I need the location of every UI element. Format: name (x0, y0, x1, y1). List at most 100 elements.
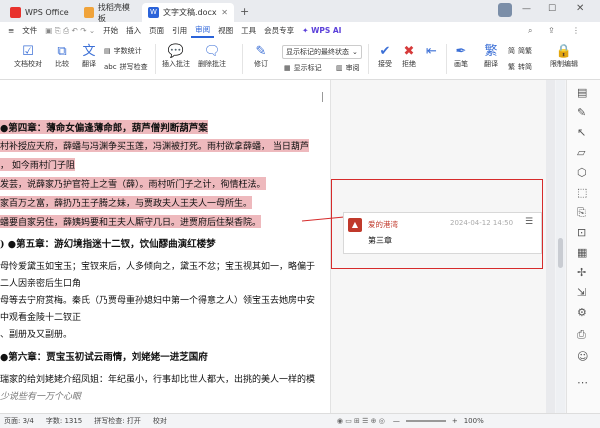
translate-label: 翻译 (82, 60, 96, 68)
tab-wps-office[interactable]: WPS Office (4, 3, 76, 22)
shape-icon[interactable]: ⬡ (577, 166, 587, 179)
maximize-icon[interactable]: ☐ (548, 4, 556, 14)
menu-page[interactable]: 页面 (145, 25, 168, 36)
insert-comment-button[interactable]: 💬 插入批注 (162, 45, 190, 69)
zoom-slider[interactable] (405, 420, 446, 422)
share-icon[interactable]: ⇪ (548, 26, 555, 35)
compare-button[interactable]: ⧉ 比较 (55, 45, 69, 69)
zoom-out-icon[interactable]: — (393, 417, 400, 425)
translate-button[interactable]: 文 翻译 (82, 45, 96, 69)
comment-card[interactable]: ▲ 爱的港湾 2024-04-12 14:50 ☰ 第三章 (343, 212, 542, 254)
ai-icon: ✦ (302, 26, 312, 35)
delete-comment-label: 删除批注 (198, 60, 226, 68)
delete-comment-button[interactable]: 🗨 删除批注 (198, 45, 226, 69)
image-icon[interactable]: ⬚ (577, 186, 587, 199)
simp-label: 简繁 (518, 47, 532, 55)
fan-icon: 繁 (484, 44, 498, 59)
table-icon[interactable]: ▦ (577, 246, 587, 259)
menu-review[interactable]: 审阅 (191, 23, 215, 38)
close-window-icon[interactable]: ✕ (576, 3, 584, 14)
chapter-heading[interactable]: ●第四章：薄命女偏逢薄命郎，葫芦僧判断葫芦案 (0, 120, 208, 134)
menu-wps-ai[interactable]: ✦ WPS AI (298, 26, 345, 35)
trad-button[interactable]: 繁转简 (508, 62, 532, 72)
chapter-heading[interactable]: ) ●第五章：游幻境指迷十二钗，饮仙醪曲演红楼梦 (0, 236, 216, 250)
doc-check-button[interactable]: ☑ 文档校对 (14, 45, 42, 69)
prev-change-button[interactable]: ⇤ (426, 45, 437, 59)
reject-button[interactable]: ✖ 拒绝 (402, 45, 416, 69)
comment-panel-icon[interactable]: ▱ (577, 146, 585, 159)
revise-button[interactable]: ✎ 修订 (254, 45, 268, 69)
document-line[interactable]: 发芸，说薛家乃护官符上之雪（薛）。雨村听门子之计，徇情枉法。 (0, 177, 266, 190)
layout-icon[interactable]: ⊡ (577, 226, 586, 239)
panel-icon[interactable]: ▤ (577, 86, 587, 99)
menu-member[interactable]: 会员专享 (260, 25, 298, 36)
document-line[interactable]: 村补授应天府，薛蟠与冯渊争买玉莲，冯渊被打死。雨村欲拿薛蟠， 当日葫芦 (0, 139, 309, 152)
lock-icon: 🔒 (555, 44, 573, 59)
fan-button[interactable]: 繁 翻译 (484, 45, 498, 69)
select-icon[interactable]: ↖ (577, 126, 586, 139)
new-tab-icon[interactable]: + (240, 5, 249, 18)
document-line[interactable]: 二人因亲密后生口角 (0, 276, 81, 289)
tab-document[interactable]: W 文字文稿.docx ✕ (142, 3, 234, 22)
markup-state-select[interactable]: 显示标记的最终状态 ⌄ (282, 45, 362, 59)
draw-button[interactable]: ✒ 画笔 (454, 45, 468, 69)
page-indicator[interactable]: 页面: 3/4 (4, 416, 34, 426)
menu-insert[interactable]: 插入 (122, 25, 145, 36)
comment-menu-icon[interactable]: ☰ (525, 217, 533, 227)
attach-icon[interactable]: ⎘ (577, 206, 586, 220)
document-line[interactable]: 母等去宁府赏梅。秦氏（乃贾母重孙媳妇中第一个得意之人）领宝玉去她房中安 (0, 293, 315, 306)
scrollbar-thumb[interactable] (558, 238, 563, 268)
hamburger-icon[interactable]: ≡ (4, 26, 18, 35)
markup-state-value: 显示标记的最终状态 (286, 48, 349, 56)
document-line[interactable]: 母怜爱黛玉如宝玉；宝钗来后，人多倾向之，黛玉不忿；宝玉视其如一，略偏于 (0, 259, 315, 272)
review-pane-button[interactable]: ▥ 审阅 (336, 63, 360, 73)
chevron-down-icon: ⌄ (352, 48, 358, 56)
more-icon[interactable]: ⋮ (572, 26, 580, 35)
document-line[interactable]: 中观看金陵十二钗正 (0, 310, 81, 323)
quick-tools-icon[interactable]: ▣ ⎘ ⎙ ↶ ↷ ⌄ (41, 26, 99, 36)
spell-check-button[interactable]: abc 拼写检查 (104, 62, 148, 72)
tab-templates[interactable]: 找稻壳模板 (78, 3, 140, 23)
avatar[interactable] (498, 3, 512, 17)
document-line[interactable]: 蟠要自家另住，薛姨妈要和王夫人厮守几日。进贾府后住梨香院。 (0, 215, 262, 228)
spell-check-status[interactable]: 拼写检查: 打开 (94, 416, 141, 426)
review-ribbon: ☑ 文档校对 ⧉ 比较 文 翻译 ▤ 字数统计 abc 拼写检查 💬 插入批注 🗨 … (0, 39, 600, 80)
restrict-edit-button[interactable]: 🔒 限制编辑 (550, 45, 578, 69)
menu-tools[interactable]: 工具 (237, 25, 260, 36)
show-markup-button[interactable]: ▦ 显示标记 (284, 63, 322, 73)
document-line[interactable]: 瑞家的给刘姥姥介绍凤姐：年纪虽小，行事却比世人都大，出挑的美人一样的模 (0, 372, 315, 385)
proof-status[interactable]: 校对 (153, 416, 167, 426)
word-count-button[interactable]: ▤ 字数统计 (104, 46, 142, 56)
zoom-in-icon[interactable]: + (452, 417, 458, 425)
minimize-icon[interactable]: — (522, 4, 531, 14)
export-icon[interactable]: ⇲ (577, 286, 586, 299)
document-line[interactable]: 、副册及又副册。 (0, 327, 72, 340)
document-line[interactable]: ， 如今雨村门子阻 (0, 158, 75, 171)
zoom-level[interactable]: 100% (464, 417, 484, 425)
menu-reference[interactable]: 引用 (168, 25, 191, 36)
show-markup-icon: ▦ (284, 64, 291, 72)
title-tab-bar: WPS Office 找稻壳模板 W 文字文稿.docx ✕ + — ☐ ✕ (0, 0, 600, 23)
menu-file[interactable]: 文件 (18, 25, 41, 36)
view-mode-icons[interactable]: ◉ ▭ ⊞ ☰ ⊕ ◎ (337, 417, 385, 425)
simp-button[interactable]: 简简繁 (508, 46, 532, 56)
style-icon[interactable]: ✎ (577, 106, 586, 119)
word-count-status[interactable]: 字数: 1315 (46, 416, 82, 426)
chapter-heading[interactable]: ●第六章：贾宝玉初试云雨情，刘姥姥一进芝国府 (0, 349, 208, 363)
print-icon[interactable]: ⎙ (577, 328, 586, 342)
document-page[interactable]: ●第四章：薄命女偏逢薄命郎，葫芦僧判断葫芦案村补授应天府，薛蟠与冯渊争买玉莲，冯… (0, 80, 330, 413)
more-tools-icon[interactable]: ⋯ (577, 376, 588, 389)
tools-icon[interactable]: ✢ (577, 266, 586, 279)
menu-view[interactable]: 视图 (214, 25, 237, 36)
document-line[interactable]: 家百万之富，薛扔乃王子腾之妹，与贾政夫人王夫人一母所生。 (0, 196, 253, 209)
help-icon[interactable]: ⚙ (577, 306, 587, 319)
feedback-icon[interactable]: ☺ (577, 350, 588, 363)
search-icon[interactable]: ⌕ (528, 26, 532, 36)
accept-button[interactable]: ✔ 接受 (378, 45, 392, 69)
compare-icon: ⧉ (57, 44, 67, 59)
menu-home[interactable]: 开始 (99, 25, 122, 36)
comment-text[interactable]: 第三章 (368, 235, 392, 246)
document-line[interactable]: 少说些有一万个心眼 (0, 389, 81, 402)
close-tab-icon[interactable]: ✕ (221, 8, 228, 17)
accept-label: 接受 (378, 60, 392, 68)
